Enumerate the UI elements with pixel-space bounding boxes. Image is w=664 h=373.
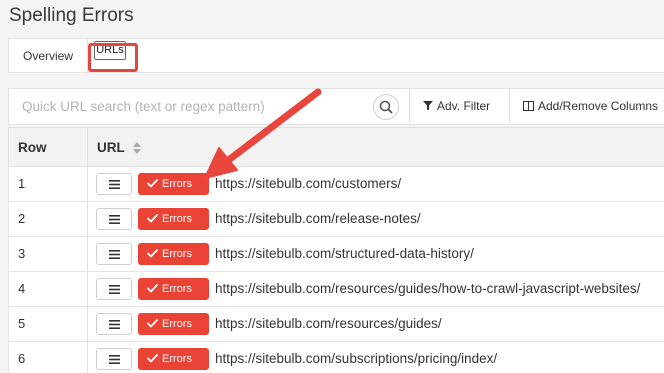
toolbar-divider [409, 89, 410, 124]
column-header-url-label: URL [97, 140, 125, 155]
menu-icon [109, 250, 120, 259]
column-divider [87, 128, 88, 166]
errors-label: Errors [162, 353, 192, 365]
errors-button[interactable]: Errors [138, 243, 209, 265]
url-cell[interactable]: https://sitebulb.com/resources/guides/ho… [215, 272, 640, 306]
table-row: 3 Errors https://sitebulb.com/structured-d… [8, 237, 664, 272]
filter-icon [423, 101, 433, 111]
table-header: Row URL [8, 127, 664, 167]
errors-label: Errors [162, 248, 192, 260]
search-button[interactable] [373, 94, 399, 120]
check-icon [147, 354, 158, 363]
check-icon [147, 319, 158, 328]
row-menu-button[interactable] [96, 348, 132, 370]
check-icon [147, 179, 158, 188]
sort-icon[interactable] [133, 142, 142, 154]
row-menu-button[interactable] [96, 313, 132, 335]
column-divider [87, 307, 88, 341]
url-cell[interactable]: https://sitebulb.com/resources/guides/ [215, 307, 442, 341]
errors-button[interactable]: Errors [138, 173, 209, 195]
tab-bar: Overview URLs [8, 38, 664, 74]
search-icon [379, 100, 393, 114]
menu-icon [109, 180, 120, 189]
tab-urls-label[interactable]: URLs [94, 41, 126, 60]
add-remove-columns-label: Add/Remove Columns [538, 99, 659, 113]
table-row: 6 Errors https://sitebulb.com/subscription… [8, 342, 664, 373]
page-title: Spelling Errors [9, 5, 134, 26]
adv-filter-button[interactable]: Adv. Filter [423, 89, 490, 124]
column-divider [87, 167, 88, 201]
column-divider [87, 202, 88, 236]
url-cell[interactable]: https://sitebulb.com/release-notes/ [215, 202, 421, 236]
column-divider [87, 272, 88, 306]
errors-label: Errors [162, 213, 192, 225]
row-number: 5 [18, 316, 26, 331]
toolbar: Adv. Filter Add/Remove Columns [8, 88, 664, 125]
column-header-row[interactable]: Row [18, 128, 47, 168]
column-header-url[interactable]: URL [97, 128, 142, 168]
table-row: 5 Errors https://sitebulb.com/resources/gu… [8, 307, 664, 342]
menu-icon [109, 320, 120, 329]
errors-label: Errors [162, 318, 192, 330]
row-number: 4 [18, 281, 26, 296]
url-cell[interactable]: https://sitebulb.com/customers/ [215, 167, 401, 201]
row-menu-button[interactable] [96, 208, 132, 230]
check-icon [147, 249, 158, 258]
search-input[interactable] [9, 89, 409, 124]
toolbar-divider [509, 89, 510, 124]
errors-label: Errors [162, 178, 192, 190]
row-menu-button[interactable] [96, 243, 132, 265]
table-row: 2 Errors https://sitebulb.com/release-note… [8, 202, 664, 237]
menu-icon [109, 355, 120, 364]
errors-button[interactable]: Errors [138, 278, 209, 300]
columns-icon [523, 101, 534, 111]
row-number: 6 [18, 351, 26, 366]
table-row: 4 Errors https://sitebulb.com/resources/gu… [8, 272, 664, 307]
adv-filter-label: Adv. Filter [437, 99, 491, 113]
column-divider [87, 237, 88, 271]
errors-button[interactable]: Errors [138, 313, 209, 335]
add-remove-columns-button[interactable]: Add/Remove Columns [523, 89, 658, 124]
table-body: 1 Errors https://sitebulb.com/customers/2 E… [8, 167, 664, 373]
row-number: 1 [18, 176, 26, 191]
check-icon [147, 284, 158, 293]
table-row: 1 Errors https://sitebulb.com/customers/ [8, 167, 664, 202]
row-number: 2 [18, 211, 26, 226]
errors-label: Errors [162, 283, 192, 295]
menu-icon [109, 215, 120, 224]
row-number: 3 [18, 246, 26, 261]
row-menu-button[interactable] [96, 173, 132, 195]
errors-button[interactable]: Errors [138, 348, 209, 370]
column-divider [87, 342, 88, 373]
url-cell[interactable]: https://sitebulb.com/structured-data-his… [215, 237, 474, 271]
check-icon [147, 214, 158, 223]
tab-urls[interactable]: URLs [88, 39, 148, 74]
menu-icon [109, 285, 120, 294]
urls-table: Row URL 1 Errors https://sitebulb.com/cust… [8, 127, 664, 373]
errors-button[interactable]: Errors [138, 208, 209, 230]
url-cell[interactable]: https://sitebulb.com/subscriptions/prici… [215, 342, 497, 373]
row-menu-button[interactable] [96, 278, 132, 300]
tab-overview[interactable]: Overview [9, 39, 88, 74]
